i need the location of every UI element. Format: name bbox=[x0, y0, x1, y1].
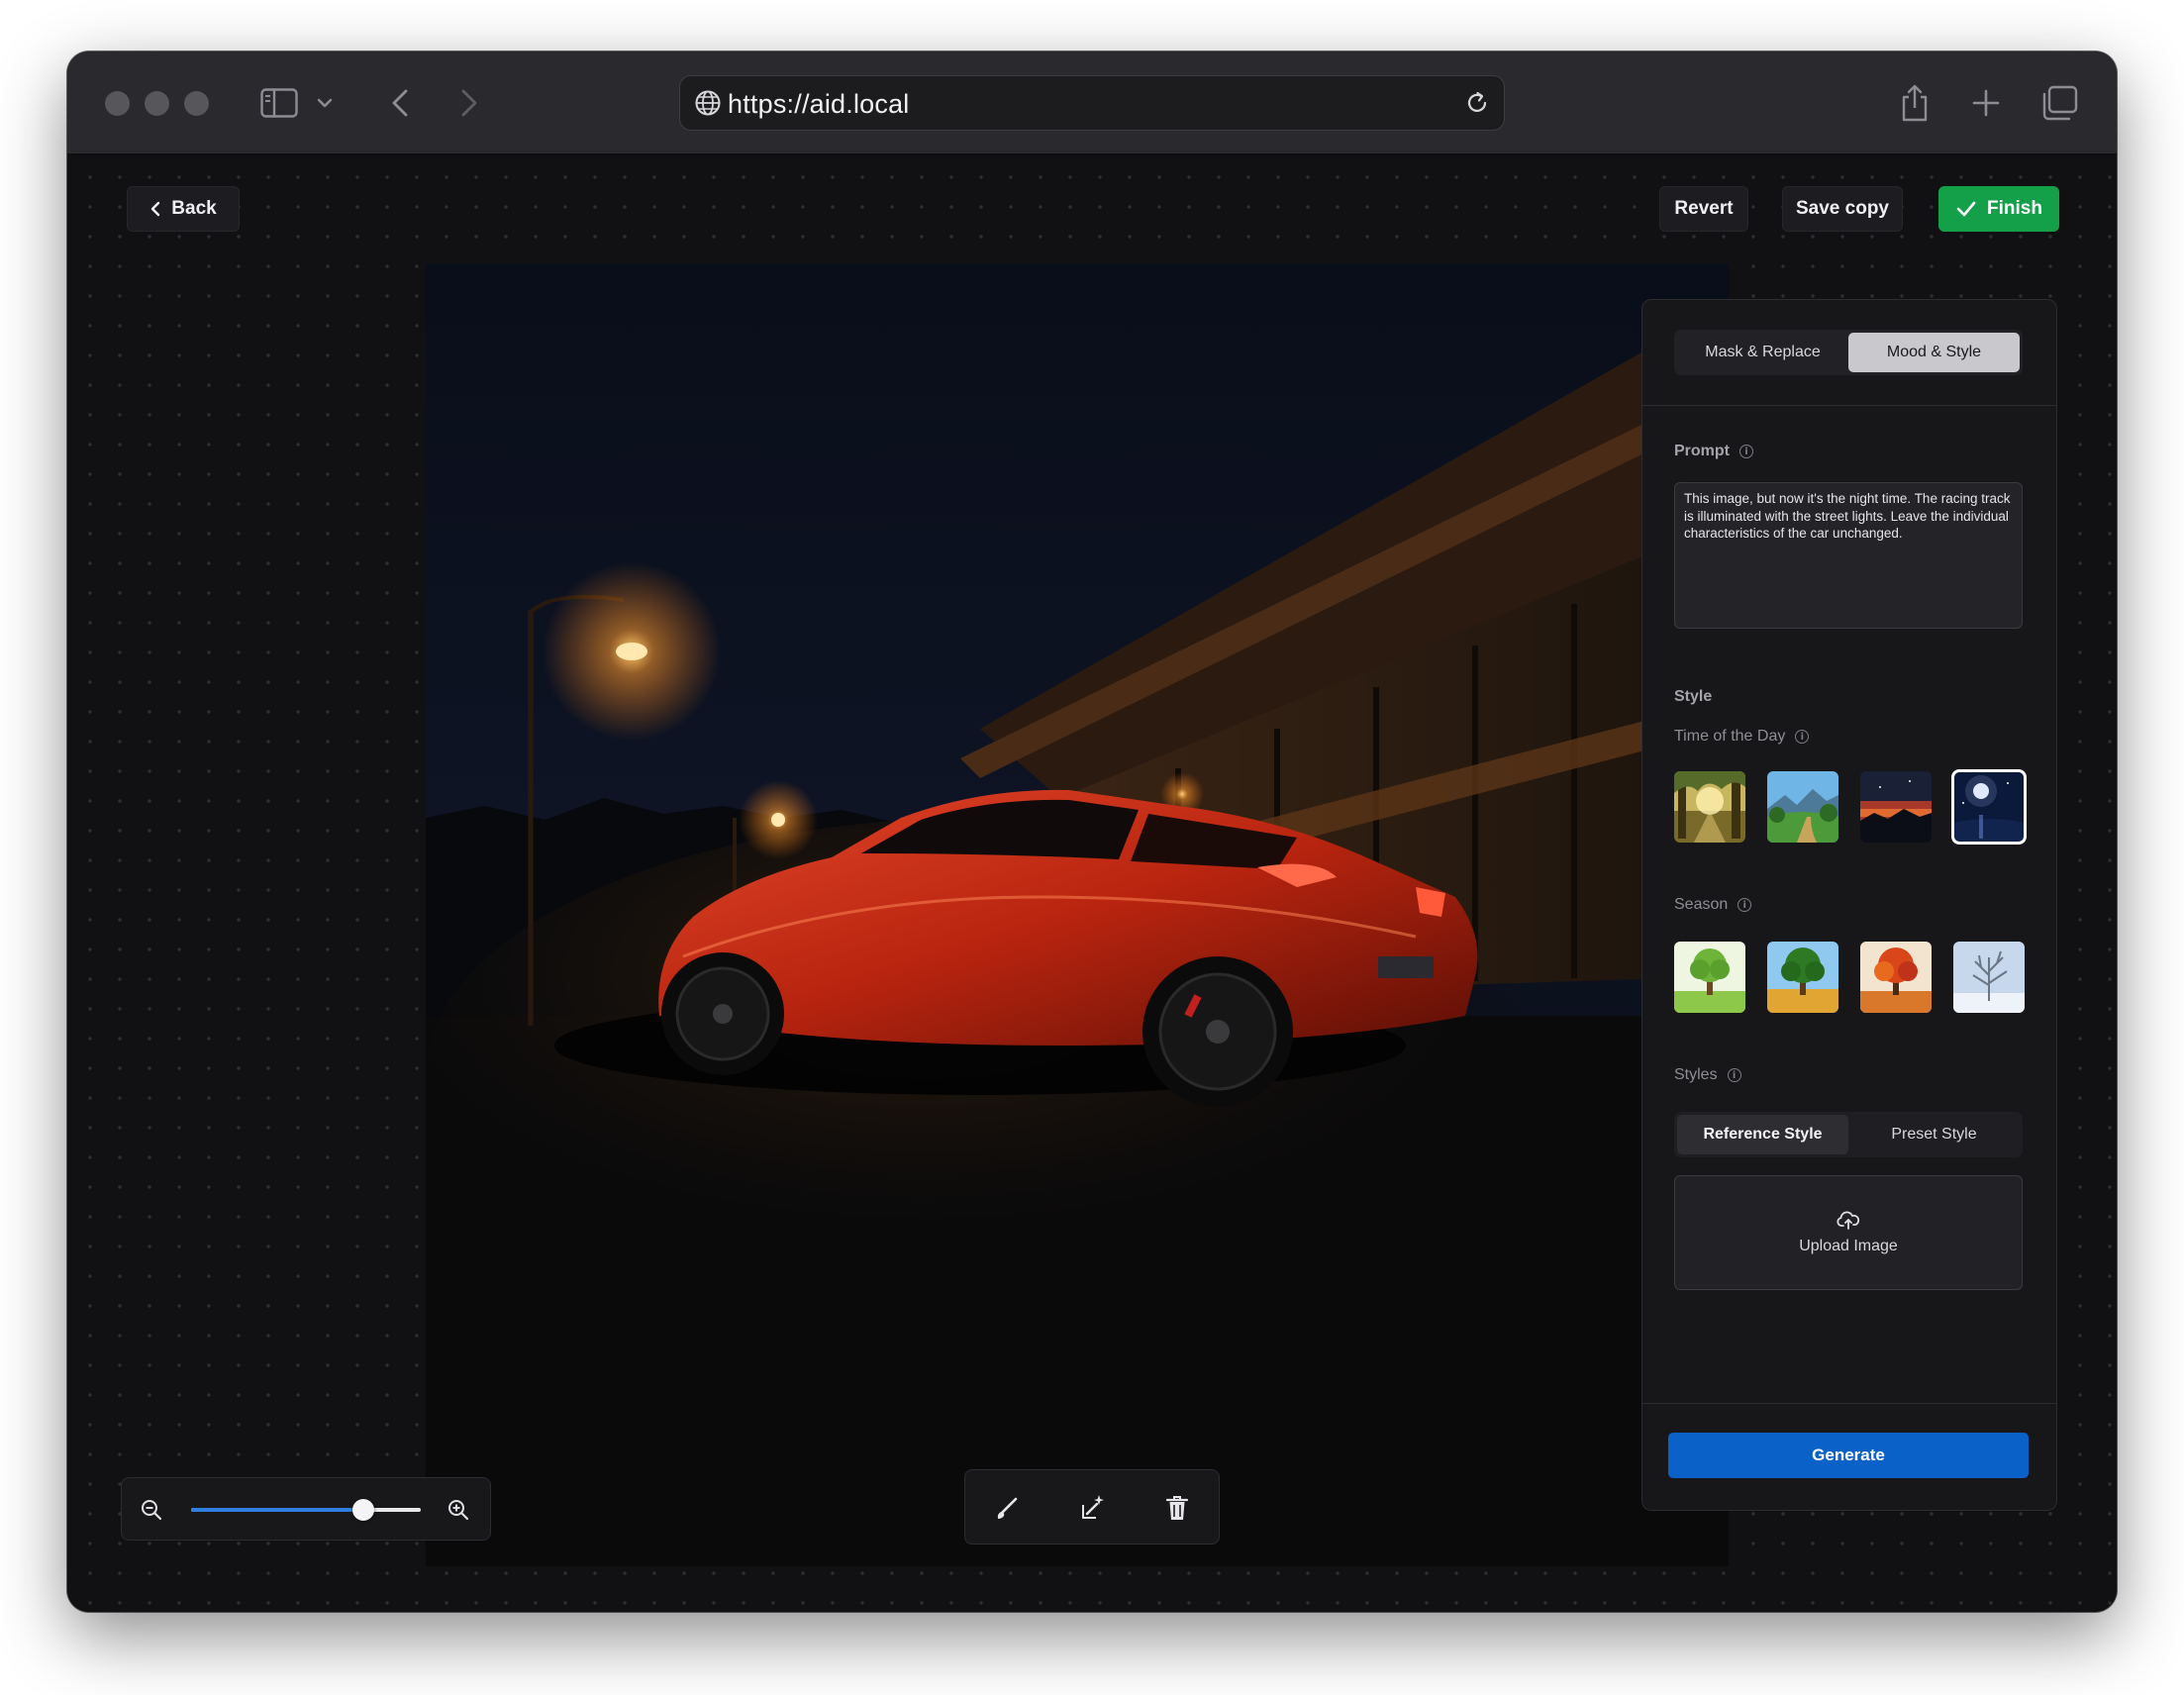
info-icon[interactable]: i bbox=[1727, 1068, 1741, 1082]
tab-preset-style[interactable]: Preset Style bbox=[1848, 1115, 2020, 1154]
generate-button[interactable]: Generate bbox=[1668, 1433, 2029, 1478]
info-icon[interactable]: i bbox=[1737, 898, 1752, 912]
prompt-label: Prompt bbox=[1674, 443, 1730, 459]
time-daytime-thumbnail[interactable] bbox=[1767, 771, 1838, 843]
back-label: Back bbox=[171, 198, 217, 219]
time-sunrise-thumbnail[interactable] bbox=[1674, 771, 1745, 843]
styles-label: Styles bbox=[1674, 1066, 1718, 1083]
maximize-window-button[interactable] bbox=[184, 91, 209, 116]
back-arrow-icon[interactable] bbox=[378, 81, 422, 125]
canvas-tools bbox=[964, 1469, 1220, 1545]
zoom-slider-fill bbox=[191, 1508, 363, 1512]
season-label: Season bbox=[1674, 896, 1729, 913]
panel-divider bbox=[1642, 405, 2056, 406]
brush-icon[interactable] bbox=[987, 1488, 1027, 1528]
time-of-day-label: Time of the Day bbox=[1674, 728, 1786, 745]
chevron-left-icon bbox=[151, 201, 160, 217]
mode-tabs: Mask & Replace Mood & Style bbox=[1674, 330, 2023, 375]
forward-arrow-icon[interactable] bbox=[447, 81, 491, 125]
time-night-thumbnail[interactable] bbox=[1951, 769, 2027, 845]
revert-label: Revert bbox=[1674, 198, 1734, 219]
prompt-textarea[interactable]: This image, but now it's the night time.… bbox=[1674, 482, 2023, 629]
upload-image-dropzone[interactable]: Upload Image bbox=[1674, 1175, 2023, 1290]
trash-icon[interactable] bbox=[1157, 1488, 1197, 1528]
url-text: https://aid.local bbox=[728, 89, 910, 119]
info-icon[interactable]: i bbox=[1795, 730, 1810, 744]
style-heading: Style bbox=[1674, 688, 1713, 705]
tab-reference-style[interactable]: Reference Style bbox=[1677, 1115, 1848, 1154]
finish-label: Finish bbox=[1987, 198, 2042, 219]
time-of-day-label-row: Time of the Day i bbox=[1674, 728, 1810, 746]
image-canvas[interactable] bbox=[426, 263, 1729, 1566]
chevron-down-icon[interactable] bbox=[313, 81, 337, 125]
editor-workspace: Back Revert Save copy Finish Mask & Repl… bbox=[67, 154, 2117, 1612]
season-spring-thumbnail[interactable] bbox=[1674, 942, 1745, 1013]
back-button[interactable]: Back bbox=[127, 186, 240, 232]
magic-wand-icon[interactable] bbox=[1072, 1488, 1112, 1528]
zoom-out-icon[interactable] bbox=[140, 1498, 163, 1527]
close-window-button[interactable] bbox=[105, 91, 130, 116]
address-bar[interactable]: https://aid.local bbox=[679, 75, 1505, 131]
season-label-row: Season i bbox=[1674, 896, 1752, 914]
share-icon[interactable] bbox=[1893, 81, 1936, 125]
browser-toolbar: https://aid.local bbox=[67, 51, 2117, 154]
tab-mood-style[interactable]: Mood & Style bbox=[1848, 333, 2020, 372]
revert-button[interactable]: Revert bbox=[1659, 186, 1748, 232]
zoom-control bbox=[121, 1477, 491, 1541]
zoom-slider-thumb[interactable] bbox=[352, 1499, 374, 1521]
tab-mask-replace[interactable]: Mask & Replace bbox=[1677, 333, 1848, 372]
upload-cloud-icon bbox=[1837, 1211, 1860, 1230]
time-sunset-thumbnail[interactable] bbox=[1860, 771, 1932, 843]
season-summer-thumbnail[interactable] bbox=[1767, 942, 1838, 1013]
prompt-label-row: Prompt i bbox=[1674, 443, 1753, 460]
styles-label-row: Styles i bbox=[1674, 1066, 1741, 1084]
browser-window: https://aid.local Back Revert Save copy bbox=[67, 51, 2117, 1612]
save-copy-button[interactable]: Save copy bbox=[1782, 186, 1903, 232]
globe-icon bbox=[694, 89, 722, 122]
reload-icon[interactable] bbox=[1462, 88, 1492, 123]
style-source-tabs: Reference Style Preset Style bbox=[1674, 1112, 2023, 1157]
tabs-overview-icon[interactable] bbox=[2037, 81, 2081, 125]
info-icon[interactable]: i bbox=[1739, 445, 1753, 458]
save-copy-label: Save copy bbox=[1796, 198, 1889, 219]
season-autumn-thumbnail[interactable] bbox=[1860, 942, 1932, 1013]
panel-footer-divider bbox=[1642, 1403, 2056, 1404]
minimize-window-button[interactable] bbox=[145, 91, 169, 116]
season-winter-thumbnail[interactable] bbox=[1953, 942, 2025, 1013]
sidebar-icon[interactable] bbox=[257, 81, 301, 125]
zoom-in-icon[interactable] bbox=[447, 1498, 470, 1527]
edit-panel: Mask & Replace Mood & Style Prompt i Thi… bbox=[1641, 299, 2057, 1511]
upload-label: Upload Image bbox=[1799, 1238, 1898, 1254]
checkmark-icon bbox=[1956, 201, 1976, 217]
zoom-slider[interactable] bbox=[191, 1499, 421, 1521]
finish-button[interactable]: Finish bbox=[1938, 186, 2059, 232]
new-tab-icon[interactable] bbox=[1964, 81, 2008, 125]
night-car-image bbox=[426, 263, 1729, 1566]
